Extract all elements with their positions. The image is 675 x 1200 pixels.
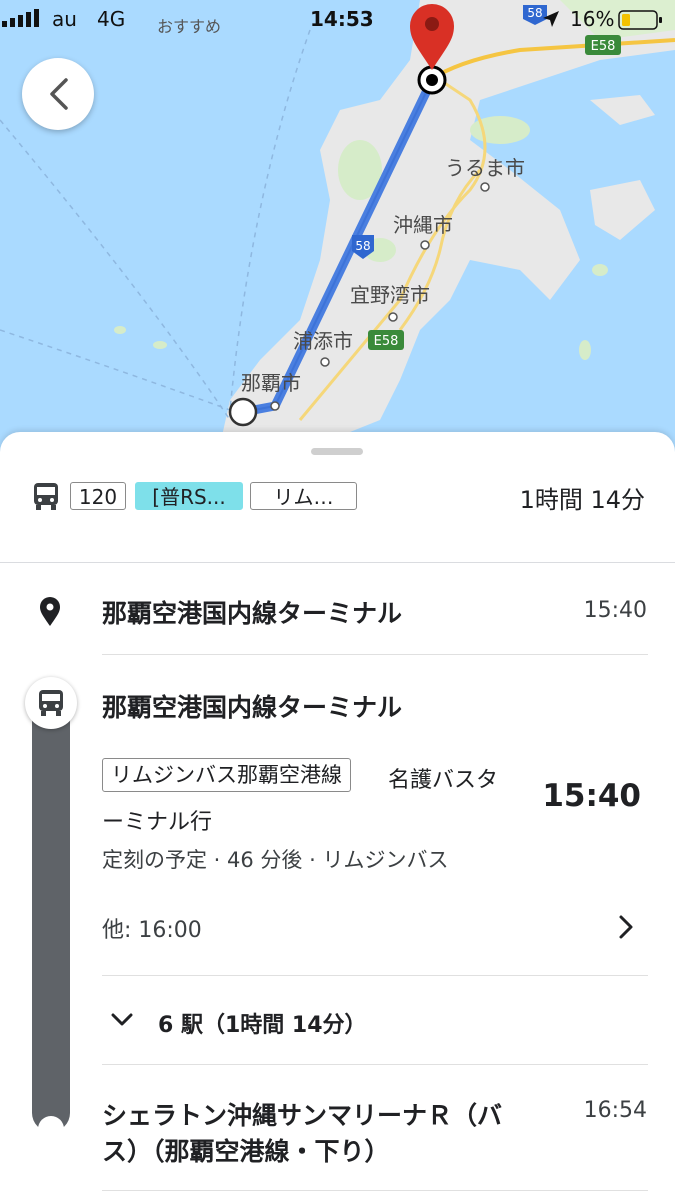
expressway-e58-shield: E58 (368, 330, 404, 350)
headsign-cont: ーミナル行 (102, 810, 213, 835)
arrival-stop-name[interactable]: シェラトン沖縄サンマリーナＲ（バ (102, 1096, 502, 1132)
trip-duration: 1時間 14分 (519, 486, 645, 514)
route-start-marker (228, 397, 258, 427)
bus-icon (34, 483, 58, 510)
divider (102, 1064, 648, 1065)
back-button[interactable] (22, 58, 94, 130)
transit-line-bar (32, 692, 70, 1132)
divider (102, 654, 648, 655)
arrival-stop-marker (38, 1116, 64, 1142)
chevron-right-icon (619, 915, 633, 939)
arrival-stop-name-cont: ス）（那覇空港線・下り） (102, 1137, 390, 1166)
battery-percent: 16% (570, 7, 615, 31)
stops-summary: 6 駅（1時間 14分） (158, 1013, 367, 1038)
svg-text:E58: E58 (374, 334, 399, 349)
svg-text:58: 58 (355, 239, 370, 253)
line-chip: リム… (250, 482, 357, 510)
arrival-time: 16:54 (583, 1098, 647, 1123)
location-arrow-icon (543, 11, 559, 27)
other-departures-row[interactable]: 他: 16:00 (102, 902, 648, 952)
carrier-label: au (52, 7, 77, 31)
city-label: 浦添市 (293, 329, 353, 353)
bus-number-chip: 120 (70, 482, 126, 510)
schedule-info: 定刻の予定 · 46 分後 · リムジンバス (102, 848, 449, 872)
drag-handle[interactable] (311, 448, 363, 455)
city-label: 那覇市 (241, 371, 301, 395)
stops-expander[interactable]: 6 駅（1時間 14分） (102, 997, 648, 1047)
headsign: 名護バスタ (388, 768, 499, 793)
network-label: 4G (97, 7, 126, 31)
divider (0, 562, 675, 563)
line-badge: リムジンバス那覇空港線 (102, 758, 351, 792)
map-view[interactable]: 58 58 E58 E58 うるま市 沖縄市 宜野湾市 浦添市 那覇市 (0, 0, 675, 470)
place-pin-icon (40, 597, 60, 626)
route-summary[interactable]: 120 [普RS... リム… 1時間 14分 (0, 478, 675, 518)
city-label: うるま市 (445, 156, 525, 180)
city-label: 宜野湾市 (350, 283, 430, 307)
status-bar: au 4G おすすめ 14:53 16% (0, 0, 675, 40)
directions-sheet[interactable]: 120 [普RS... リム… 1時間 14分 那覇空港国内線ターミナル 15:… (0, 432, 675, 1200)
clock: 14:53 (310, 7, 374, 31)
svg-text:E58: E58 (591, 39, 616, 54)
departure-time: 15:40 (542, 778, 641, 814)
departure-stop-name[interactable]: 那覇空港国内線ターミナル (102, 688, 402, 724)
bus-stop-marker (25, 677, 77, 729)
origin-time: 15:40 (583, 598, 647, 623)
back-to-app-label[interactable]: おすすめ (157, 13, 221, 37)
battery-icon (618, 10, 662, 30)
chevron-left-icon (50, 78, 68, 110)
chevron-down-icon (111, 1013, 133, 1026)
bus-icon (39, 690, 63, 716)
divider (102, 1190, 648, 1191)
signal-icon (2, 9, 39, 27)
origin-name[interactable]: 那覇空港国内線ターミナル (102, 594, 402, 630)
line-chip: [普RS... (135, 482, 243, 510)
other-departures: 他: 16:00 (102, 918, 202, 943)
city-label: 沖縄市 (393, 213, 453, 237)
divider (102, 975, 648, 976)
